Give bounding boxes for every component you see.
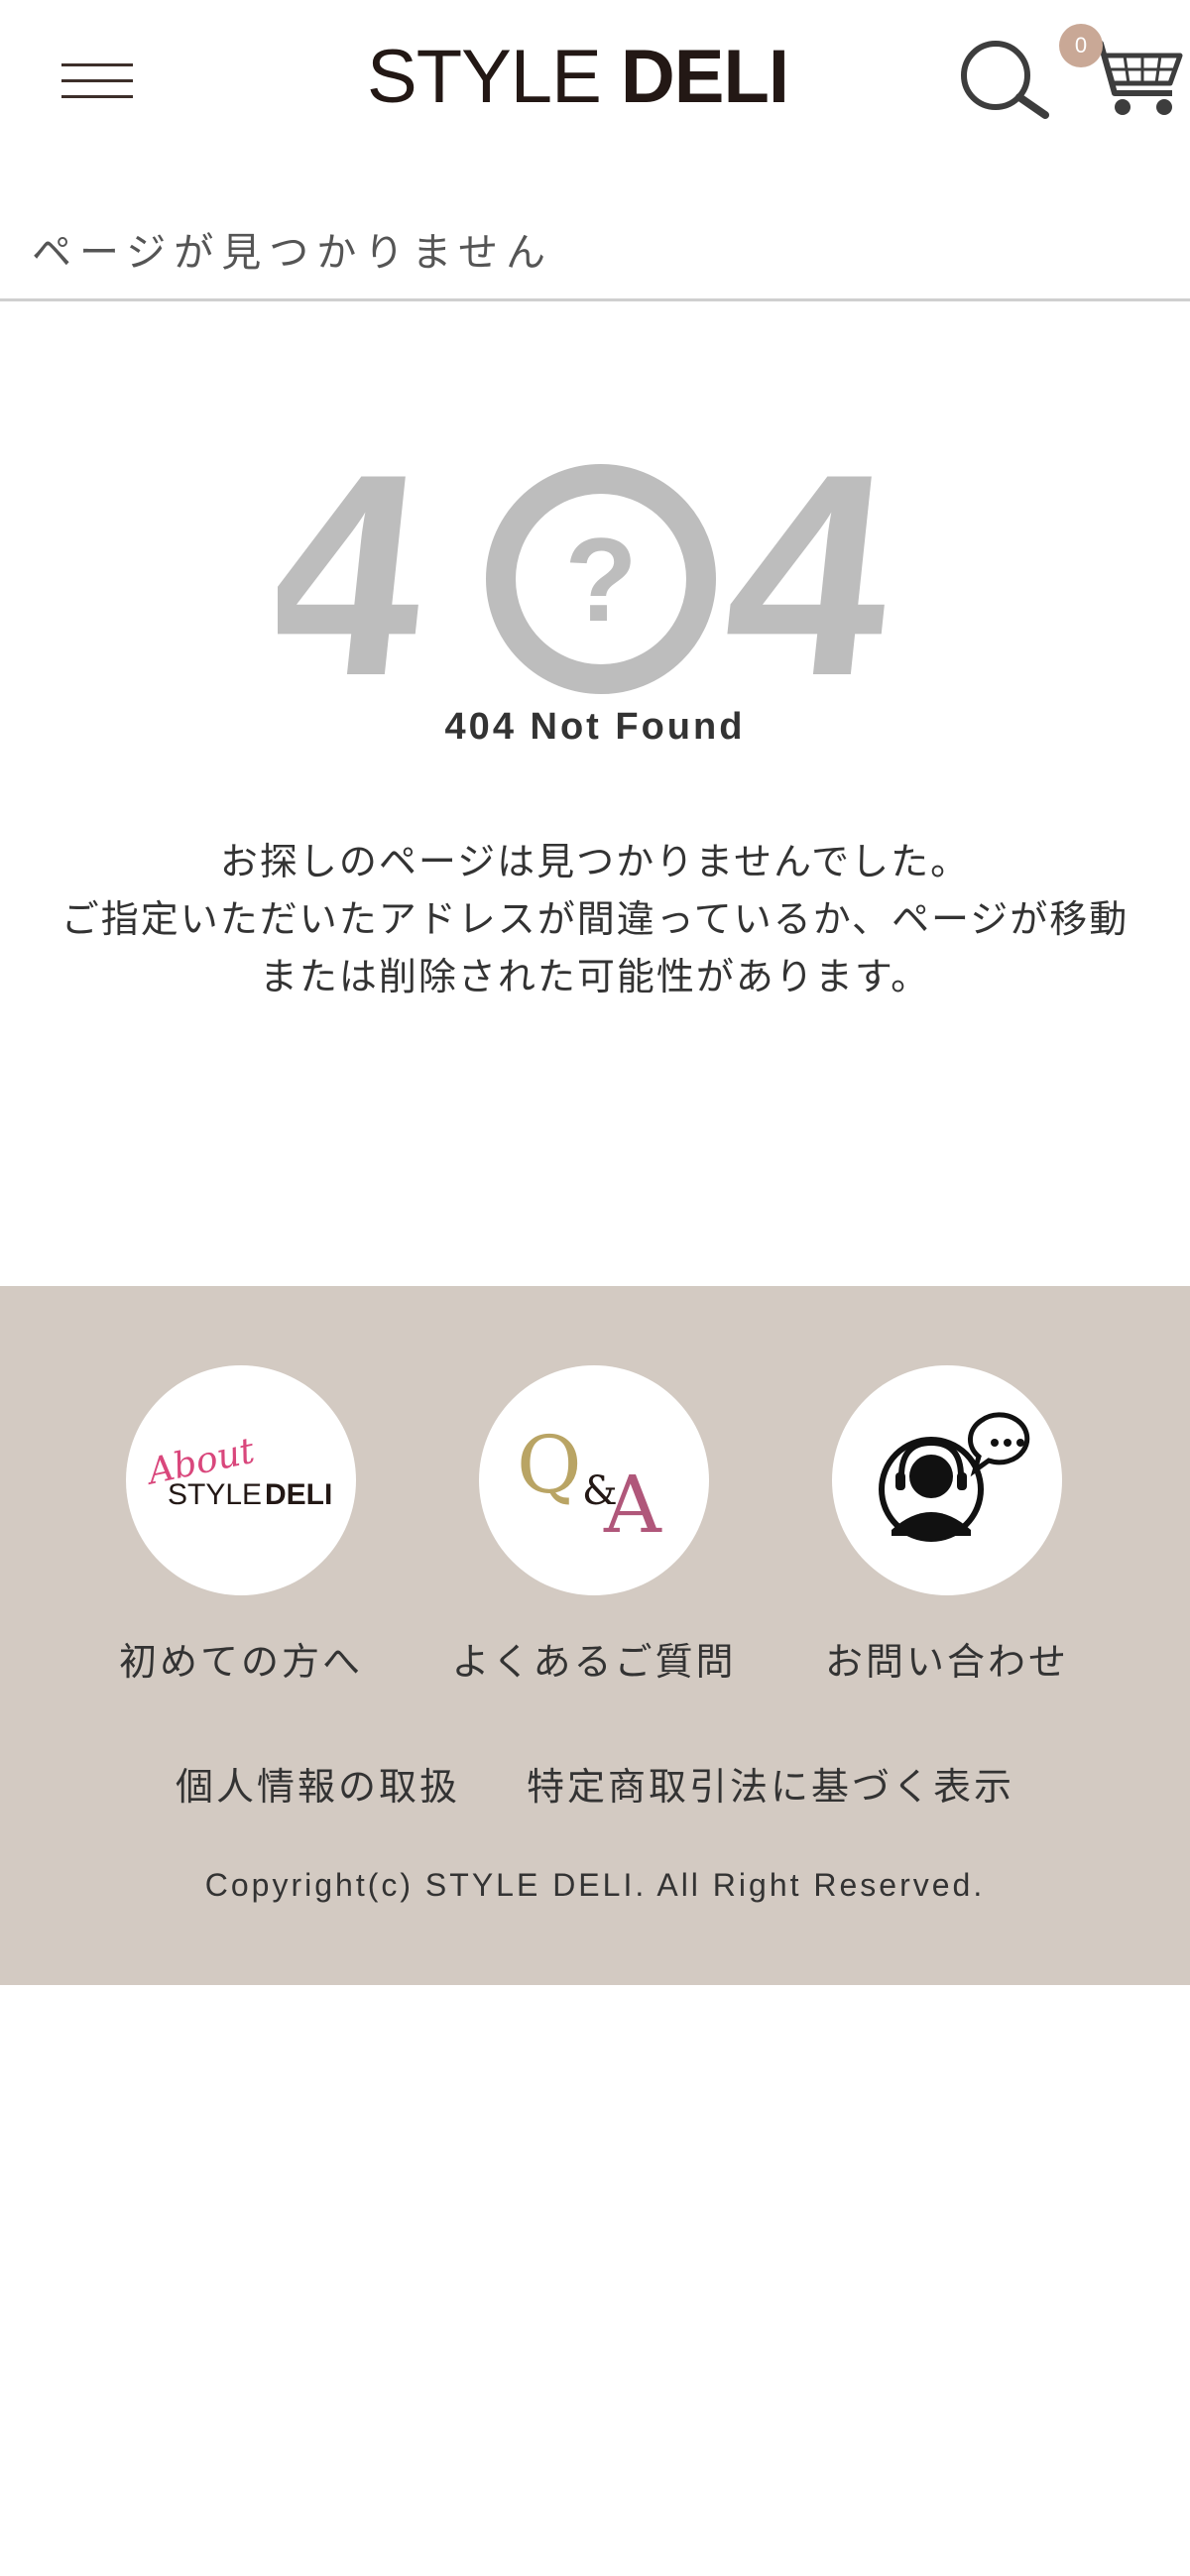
logo-light-text: STYLE <box>367 35 602 119</box>
page-title: ページが見つかりません <box>32 230 553 276</box>
footer-link-about[interactable]: About STYLE DELI 初めての方へ <box>77 1365 405 1686</box>
site-header: STYLE DELI 0 <box>0 0 1190 164</box>
about-style-deli-badge: About STYLE DELI <box>126 1365 356 1595</box>
footer-links: 個人情報の取扱 特定商取引法に基づく表示 <box>0 1756 1190 1811</box>
copyright: Copyright(c) STYLE DELI. All Right Reser… <box>204 1867 986 1903</box>
error-code-left: 4 <box>278 436 441 694</box>
search-icon[interactable] <box>958 38 1049 119</box>
logo-bold-text: DELI <box>620 35 789 119</box>
footer-link-faq[interactable]: Q & A よくあるご質問 <box>430 1365 758 1686</box>
page-heading-bar: ページが見つかりません <box>0 198 1190 301</box>
support-operator-icon <box>832 1365 1062 1595</box>
error-code-right: 4 <box>712 436 907 694</box>
footer-label-about: 初めての方へ <box>118 1640 363 1684</box>
qa-badge: Q & A <box>479 1365 709 1595</box>
privacy-policy-link[interactable]: 個人情報の取扱 <box>176 1765 460 1809</box>
qa-badge-q: Q <box>517 1419 582 1511</box>
qa-badge-a: A <box>603 1459 662 1551</box>
footer-link-contact[interactable]: お問い合わせ <box>783 1365 1111 1686</box>
error-message-line: または削除された可能性があります。 <box>259 955 931 998</box>
site-logo[interactable]: STYLE DELI <box>367 36 823 119</box>
footer-label-contact: お問い合わせ <box>824 1640 1069 1684</box>
cart-count-badge: 0 <box>1059 24 1103 67</box>
error-message: お探しのページは見つかりませんでした。 ご指定いただいたアドレスが間違っているか… <box>0 833 1190 1005</box>
error-message-line: お探しのページは見つかりませんでした。 <box>219 840 971 883</box>
error-message-line: ご指定いただいたアドレスが間違っているか、ページが移動 <box>60 897 1130 941</box>
footer-label-faq: よくあるご質問 <box>451 1640 737 1684</box>
about-badge-bold: DELI <box>265 1478 332 1511</box>
error-code-center: ? <box>564 514 637 646</box>
error-404-graphic: 4 ? 4 <box>246 414 922 736</box>
site-footer: About STYLE DELI 初めての方へ Q & A よくあるご質問 お問… <box>0 1286 1190 1985</box>
commercial-law-link[interactable]: 特定商取引法に基づく表示 <box>527 1765 1014 1809</box>
hamburger-icon[interactable] <box>61 56 135 103</box>
about-badge-light: STYLE <box>168 1478 262 1511</box>
error-subtitle: 404 Not Found <box>444 706 746 748</box>
